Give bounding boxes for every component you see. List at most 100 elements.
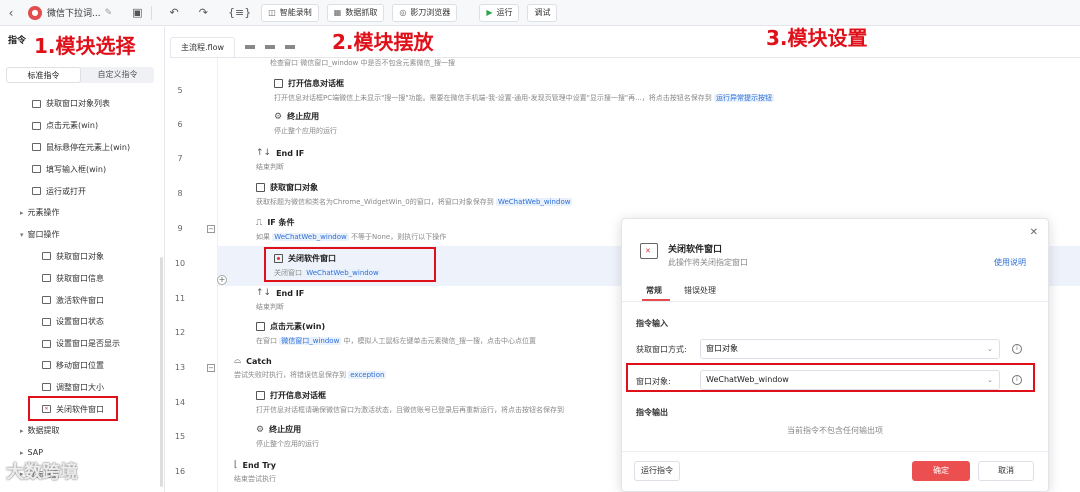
save-icon[interactable]: ▣: [132, 6, 142, 19]
command-item[interactable]: 获取窗口对象列表: [0, 93, 160, 115]
top-toolbar: ‹ ● 微信下拉词... ✎ ▣ ↶ ↷ {≡} ◫ 智能录制 ▦ 数据抓取 ◎ 影刀…: [0, 0, 1080, 26]
command-item-label: 鼠标悬停在元素上(win): [46, 142, 131, 152]
step-description-prefix: 在窗口: [256, 337, 277, 345]
confirm-button[interactable]: 确定: [912, 461, 970, 481]
tab-standard-commands[interactable]: 标准指令: [6, 67, 81, 83]
command-group-label: 元素操作: [27, 208, 60, 218]
variable-chip: exception: [348, 371, 387, 379]
flow-tabs: 主流程.flow: [170, 36, 1080, 58]
variable-chip: 微信窗口_window: [279, 337, 342, 345]
chevron-right-icon: ▸: [20, 208, 24, 217]
redo-icon[interactable]: ↷: [199, 6, 208, 19]
line-number: 12: [174, 328, 186, 337]
step-title: 终止应用: [269, 425, 302, 434]
command-group-label: 窗口操作: [27, 230, 60, 240]
output-empty-text: 当前指令不包含任何输出项: [787, 426, 883, 435]
data-capture-button[interactable]: ▦ 数据抓取: [326, 3, 385, 22]
smart-record-button[interactable]: ◫ 智能录制: [261, 3, 319, 22]
command-item[interactable]: 设置窗口状态: [0, 311, 160, 333]
command-item[interactable]: 设置窗口是否显示: [0, 333, 160, 355]
hover-icon: [32, 143, 41, 152]
command-group[interactable]: ▾ 窗口操作: [0, 224, 160, 246]
stop-app-icon: ⚙: [256, 424, 265, 435]
tab-error-handling[interactable]: 错误处理: [684, 285, 716, 296]
run-label: 运行: [496, 8, 513, 17]
command-item[interactable]: 获取窗口对象: [0, 246, 160, 268]
end-if-icon: ↑↓: [256, 288, 272, 298]
flow-step[interactable]: 点击元素(win) 在窗口 微信窗口_window 中，模拟人工鼠标左键单击元素…: [256, 321, 536, 346]
command-item[interactable]: 调整窗口大小: [0, 376, 160, 398]
edit-title-icon[interactable]: ✎: [105, 8, 113, 18]
step-title: Catch: [246, 356, 272, 366]
step-description: 中，模拟人工鼠标左键单击元素微信_搜一搜，点击中心点位置: [343, 337, 537, 345]
dialog-footer-divider: [622, 451, 1048, 452]
command-item[interactable]: 填写输入框(win): [0, 158, 160, 180]
run-button[interactable]: ▶ 运行: [479, 3, 520, 22]
command-item[interactable]: 获取窗口信息: [0, 267, 160, 289]
window-state-icon: [42, 317, 51, 326]
smart-record-label: 智能录制: [279, 8, 312, 17]
activate-window-icon: [42, 296, 51, 305]
tab-placeholder: [265, 45, 276, 49]
line-gutter: 5 6 7 8 9 10 11 12 13 14 15 16 − −: [170, 58, 218, 492]
watermark: 大数跨境: [6, 462, 78, 483]
tab-custom-commands[interactable]: 自定义指令: [81, 67, 154, 83]
flow-step[interactable]: ⚙ 终止应用 停止整个应用的运行: [256, 424, 319, 449]
tab-general[interactable]: 常规: [646, 285, 662, 296]
undo-icon[interactable]: ↶: [170, 6, 179, 19]
flow-step[interactable]: ↑↓ End IF 结束判断: [256, 148, 304, 172]
browser-button[interactable]: ◎ 影刀浏览器: [392, 3, 458, 22]
command-item[interactable]: 鼠标悬停在元素上(win): [0, 137, 160, 159]
line-number: 11: [174, 294, 186, 303]
command-item[interactable]: 移动窗口位置: [0, 355, 160, 377]
command-group[interactable]: ▸ 元素操作: [0, 202, 160, 224]
line-number: 13: [174, 363, 186, 372]
annotation-module-select: 1.模块选择: [34, 34, 136, 58]
add-step-icon[interactable]: +: [217, 275, 227, 285]
window-icon: [256, 183, 265, 192]
collapse-toggle-icon[interactable]: −: [207, 225, 215, 233]
info-icon[interactable]: i: [1012, 344, 1022, 354]
table-icon: ▦: [333, 8, 342, 17]
record-icon: ◫: [268, 8, 276, 17]
step-title: IF 条件: [267, 218, 295, 227]
step-title: 打开信息对话框: [270, 391, 326, 400]
step-title: End Try: [242, 460, 276, 470]
step-description: 获取标题为微信和类名为Chrome_WidgetWin_0的窗口，将窗口对象保存…: [256, 198, 494, 206]
app-logo-icon: ●: [28, 5, 42, 20]
cancel-button[interactable]: 取消: [978, 461, 1034, 481]
tab-main-flow[interactable]: 主流程.flow: [170, 37, 236, 57]
command-item-label: 填写输入框(win): [46, 164, 107, 174]
step-description: 打开信息对话框请确保微信窗口为激活状态，且微信账号已登录后再重新运行，将点击按钮…: [256, 406, 564, 414]
command-item-label: 获取窗口对象列表: [46, 99, 110, 109]
run-command-button[interactable]: 运行指令: [634, 461, 680, 481]
back-arrow-icon[interactable]: ‹: [0, 6, 22, 20]
command-item[interactable]: 点击元素(win): [0, 115, 160, 137]
variable-chip: WeChatWeb_window: [272, 233, 349, 241]
flow-step[interactable]: ⌓ Catch 尝试失败时执行，将错误信息保存到 exception: [234, 356, 387, 380]
chevron-down-icon: ▾: [20, 230, 24, 239]
message-box-icon: [274, 79, 283, 88]
close-icon[interactable]: ✕: [1030, 227, 1038, 238]
debug-button[interactable]: 调试: [527, 3, 558, 22]
command-group[interactable]: ▸ 数据提取: [0, 420, 160, 442]
window-icon: [42, 252, 51, 261]
line-number: 10: [174, 259, 186, 268]
command-item[interactable]: 激活软件窗口: [0, 289, 160, 311]
collapse-toggle-icon[interactable]: −: [207, 364, 215, 372]
line-number: 9: [177, 224, 183, 233]
flow-step[interactable]: ⌊ End Try 结束尝试执行: [234, 460, 276, 484]
flow-step[interactable]: ↑↓ End IF 结束判断: [256, 288, 304, 312]
flow-step[interactable]: 打开信息对话框 打开信息对话框PC端微信上未显示"搜一搜"功能。需要在微信手机端…: [274, 78, 774, 103]
code-view-icon[interactable]: {≡}: [228, 6, 251, 19]
help-link[interactable]: 使用说明: [994, 257, 1026, 268]
command-item[interactable]: 运行或打开: [0, 180, 160, 202]
tab-placeholder: [285, 45, 296, 49]
flow-step[interactable]: ⚙ 终止应用 停止整个应用的运行: [274, 111, 337, 136]
flow-step[interactable]: 打开信息对话框 打开信息对话框请确保微信窗口为激活状态，且微信账号已登录后再重新…: [256, 390, 564, 415]
command-type-tabs: 标准指令 自定义指令: [6, 67, 154, 83]
sidebar-scrollbar[interactable]: [160, 257, 163, 487]
flow-step[interactable]: 获取窗口对象 获取标题为微信和类名为Chrome_WidgetWin_0的窗口，…: [256, 182, 573, 207]
window-method-select[interactable]: 窗口对象 ⌄: [700, 339, 1000, 359]
flow-step[interactable]: ⎍ IF 条件 如果 WeChatWeb_window 不等于None，则执行以下…: [256, 217, 446, 242]
